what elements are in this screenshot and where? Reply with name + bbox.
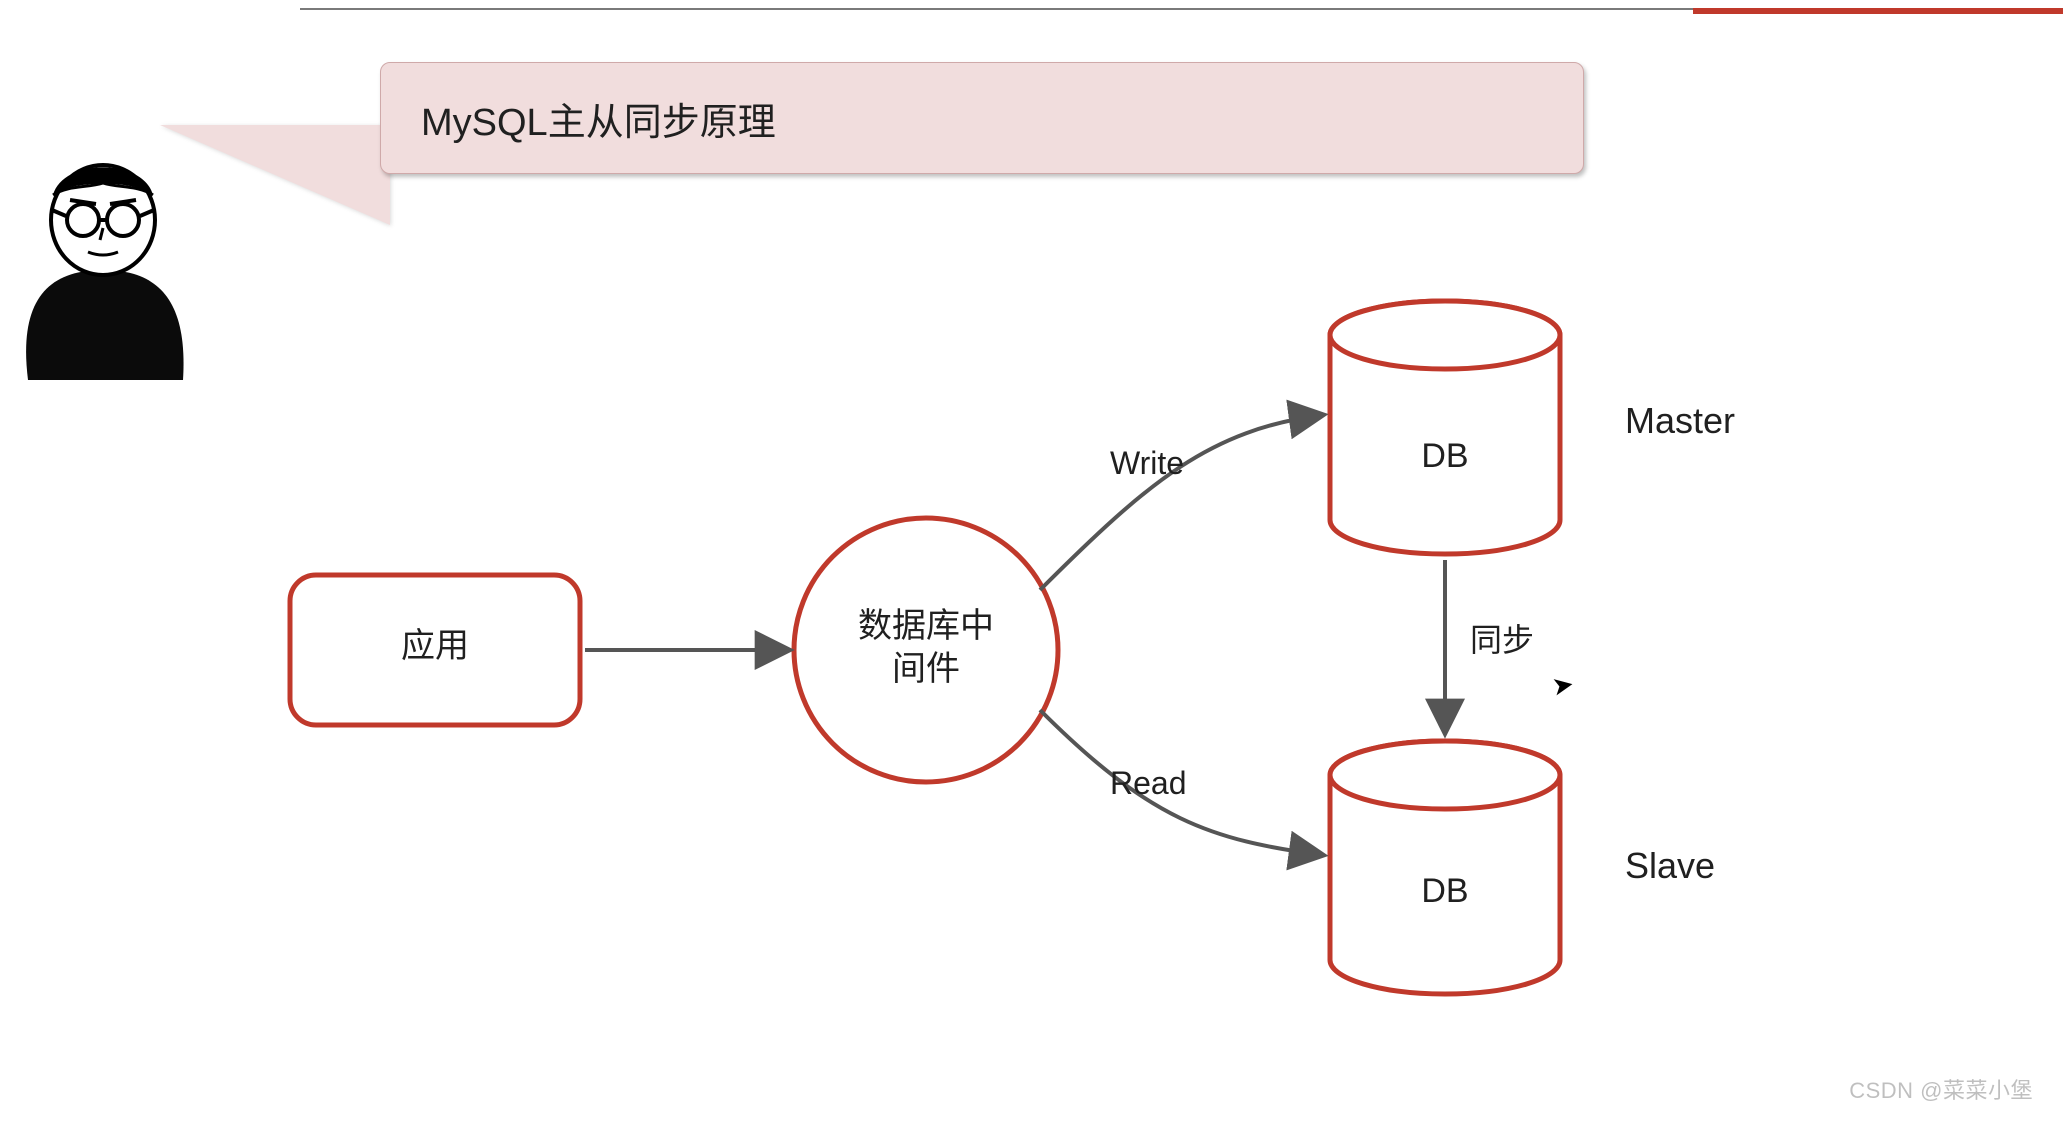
watermark-text: CSDN @菜菜小堡 bbox=[1849, 1073, 2033, 1105]
node-app-label: 应用 bbox=[290, 625, 580, 668]
node-middleware-label: 数据库中 间件 bbox=[826, 605, 1026, 690]
role-slave-label: Slave bbox=[1625, 845, 1715, 887]
node-slave-db bbox=[1330, 741, 1560, 994]
node-slave-db-label: DB bbox=[1330, 870, 1560, 913]
node-master-db bbox=[1330, 301, 1560, 554]
edge-write bbox=[1040, 415, 1322, 590]
edge-read-label: Read bbox=[1110, 765, 1187, 802]
role-master-label: Master bbox=[1625, 400, 1735, 442]
node-master-db-label: DB bbox=[1330, 435, 1560, 478]
edge-write-label: Write bbox=[1110, 445, 1184, 482]
architecture-diagram bbox=[0, 0, 2063, 1121]
edge-sync-label: 同步 bbox=[1470, 615, 1534, 661]
